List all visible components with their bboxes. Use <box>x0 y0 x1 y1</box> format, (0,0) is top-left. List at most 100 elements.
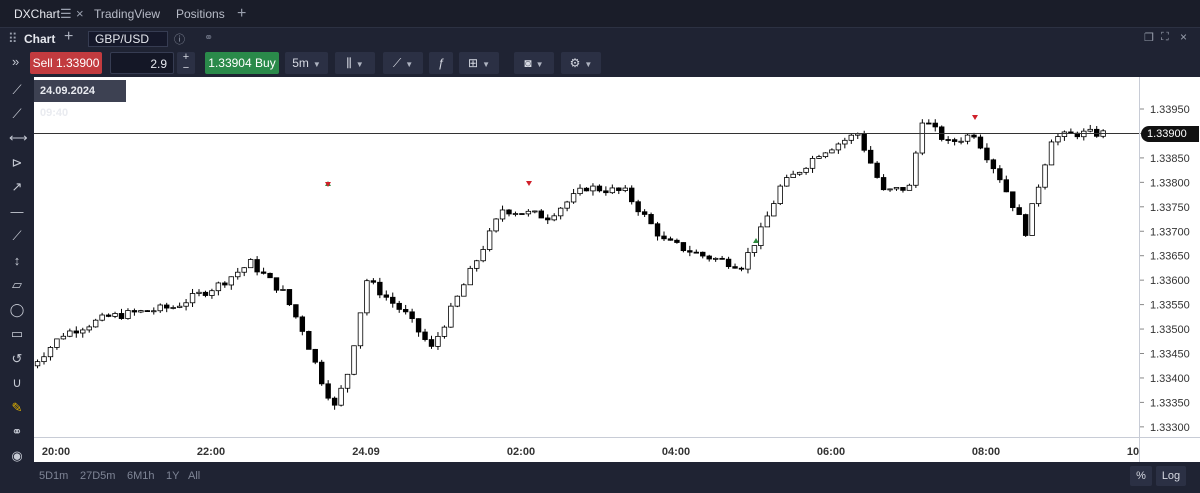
candle-body <box>267 272 273 279</box>
candle-body <box>712 257 719 260</box>
candle-body <box>803 167 809 173</box>
x-tick-label: 20:00 <box>42 446 70 458</box>
candle-body <box>254 259 260 273</box>
link-icon[interactable]: ⚭ <box>204 31 213 44</box>
candle-body <box>997 168 1003 181</box>
candle-body <box>1061 131 1068 137</box>
candle-body <box>1094 128 1100 137</box>
candle-body <box>971 134 977 138</box>
candle-body <box>545 217 551 221</box>
candle-body <box>222 282 228 286</box>
candle-body <box>474 260 480 269</box>
y-tick-label: 1.33750 <box>1150 202 1190 214</box>
candle-body <box>829 149 835 154</box>
candle-body <box>680 242 687 252</box>
collapse-sidebar-icon[interactable]: » <box>12 54 19 69</box>
candle-body <box>183 302 189 307</box>
layout-button[interactable]: ⊞ ▼ <box>459 52 499 74</box>
time-axis[interactable]: 20:00 22:00 24.09 02:00 04:00 06:00 08:00 10:00 <box>34 437 1155 462</box>
tab-dxchart[interactable]: DXChart <box>14 0 60 28</box>
x-tick-label: 04:00 <box>662 446 690 458</box>
duplicate-icon[interactable]: ❐ <box>1144 31 1154 44</box>
close-tab-icon[interactable]: × <box>76 0 84 28</box>
percent-scale-button[interactable]: % <box>1130 466 1152 486</box>
bottom-bar <box>0 462 1200 493</box>
arrow-icon[interactable]: ↗ <box>9 179 25 195</box>
x-tick-label: 22:00 <box>197 446 225 458</box>
candle-body <box>92 319 99 328</box>
candle-body <box>331 397 338 406</box>
sell-button[interactable]: Sell 1.33900 <box>30 52 102 74</box>
tab-positions[interactable]: Positions <box>176 0 225 28</box>
horizontal-ray-icon[interactable]: ⟷ <box>9 130 28 146</box>
period-all[interactable]: All <box>188 470 200 482</box>
x-tick-label: 24.09 <box>352 446 380 458</box>
candle-body <box>164 304 170 309</box>
candle-body <box>54 338 60 348</box>
close-chart-icon[interactable]: × <box>1180 30 1187 44</box>
candle-body <box>280 289 286 291</box>
rectangle-icon[interactable]: ▭ <box>9 326 25 342</box>
link-tool-icon[interactable]: ⚭ <box>9 424 25 440</box>
candle-body <box>461 284 467 297</box>
ellipse-icon[interactable]: ◯ <box>9 302 25 318</box>
candle-body <box>396 302 402 310</box>
chart-plot[interactable] <box>28 77 1139 437</box>
settings-button[interactable]: ⚙ ▼ <box>561 52 601 74</box>
trendline-icon[interactable]: ⟋ <box>9 82 25 98</box>
period-5d1m[interactable]: 5D1m <box>39 470 68 482</box>
period-6m1h[interactable]: 6M1h <box>127 470 155 482</box>
candle-body <box>493 218 499 232</box>
symbol-input[interactable]: GBP/USD <box>88 31 168 47</box>
candle-body <box>428 339 435 347</box>
candle-body <box>499 209 506 220</box>
candle-body <box>1055 136 1061 143</box>
candle-body <box>719 257 725 260</box>
candle-body <box>67 330 73 337</box>
candle-body <box>551 215 557 221</box>
vertical-line-icon[interactable]: ↕ <box>9 253 25 269</box>
parallelogram-icon[interactable]: ▱ <box>9 277 25 293</box>
candle-body <box>822 152 829 158</box>
callout-icon[interactable]: ⊳ <box>9 155 25 171</box>
buy-button[interactable]: 1.33904 Buy <box>205 52 279 74</box>
info-icon[interactable]: ⓘ <box>174 31 185 47</box>
candle-body <box>893 187 900 190</box>
candle-body <box>525 210 532 215</box>
snapshot-button[interactable]: ◙ ▼ <box>514 52 554 74</box>
candle-body <box>1022 214 1029 236</box>
candle-body <box>906 184 913 191</box>
quantity-stepper[interactable]: + − <box>177 52 195 74</box>
candle-body <box>299 316 306 332</box>
add-chart-icon[interactable]: + <box>64 28 73 46</box>
expand-icon[interactable]: ⛶ <box>1161 31 1169 44</box>
quantity-input[interactable]: 2.9 <box>110 52 174 74</box>
candle-body <box>34 361 41 367</box>
chart-type-button[interactable]: ⫼ ▼ <box>335 52 375 74</box>
add-tab-icon[interactable]: + <box>237 0 246 28</box>
timeframe-select[interactable]: 5m ▼ <box>285 52 328 74</box>
candle-body <box>286 289 293 306</box>
extended-line-icon[interactable]: ⟋ <box>9 228 25 244</box>
horizontal-line-icon[interactable]: — <box>9 204 25 220</box>
y-tick-label: 1.33500 <box>1150 324 1190 336</box>
period-1y[interactable]: 1Y <box>166 470 179 482</box>
candle-body <box>151 310 157 313</box>
log-scale-button[interactable]: Log <box>1156 466 1186 486</box>
ray-icon[interactable]: ⟋ <box>9 106 25 122</box>
candlestick-chart[interactable] <box>28 77 1139 437</box>
drawing-tools-button[interactable]: ⟋ ▼ <box>383 52 423 74</box>
candle-body <box>538 210 544 219</box>
pencil-icon[interactable]: ✎ <box>9 400 25 416</box>
menu-icon[interactable]: ☰ <box>60 0 72 28</box>
candle-body <box>338 387 344 406</box>
tab-tradingview[interactable]: TradingView <box>94 0 160 28</box>
candle-body <box>215 282 222 292</box>
candle-body <box>848 134 854 141</box>
indicators-button[interactable]: ƒ <box>429 52 453 74</box>
arc-icon[interactable]: ↺ <box>9 351 25 367</box>
magnet-icon[interactable]: ∪ <box>9 375 25 391</box>
period-27d5m[interactable]: 27D5m <box>80 470 115 482</box>
drag-handle-icon[interactable]: ⠿ <box>8 31 18 47</box>
candle-body <box>377 281 383 296</box>
